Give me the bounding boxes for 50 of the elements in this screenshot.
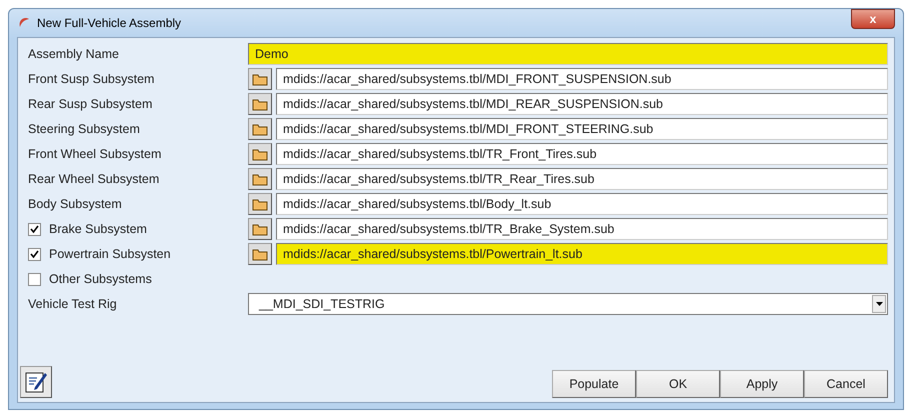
browse-button[interactable] — [248, 193, 272, 215]
field-label: Front Susp Subsystem — [27, 72, 156, 86]
browse-button[interactable] — [248, 143, 272, 165]
file-path-field[interactable]: mdids://acar_shared/subsystems.tbl/MDI_FRONT_SUSPENSION.sub — [276, 68, 888, 90]
field-label: Assembly Name — [27, 47, 120, 61]
edit-button[interactable] — [20, 366, 52, 398]
file-path-field[interactable]: mdids://acar_shared/subsystems.tbl/Body_lt.sub — [276, 193, 888, 215]
folder-icon — [252, 122, 268, 136]
checkbox-label: Other Subsystems — [49, 272, 152, 286]
browse-button[interactable] — [248, 168, 272, 190]
field-label: Vehicle Test Rig — [27, 297, 118, 311]
checkbox-label: Powertrain Subsysten — [49, 247, 171, 261]
browse-button[interactable] — [248, 68, 272, 90]
dialog-button[interactable]: Apply — [720, 370, 804, 398]
browse-button[interactable] — [248, 218, 272, 240]
checkbox-label: Brake Subsystem — [49, 222, 147, 236]
field-label: Body Subsystem — [27, 197, 123, 211]
checkbox[interactable] — [28, 272, 41, 286]
dialog-button[interactable]: Cancel — [804, 370, 888, 398]
file-path-field[interactable]: mdids://acar_shared/subsystems.tbl/TR_Front_Tires.sub — [276, 143, 888, 165]
field-label: Rear Susp Subsystem — [27, 97, 154, 111]
file-path-field[interactable]: mdids://acar_shared/subsystems.tbl/MDI_FRONT_STEERING.sub — [276, 118, 888, 140]
checkbox[interactable] — [28, 248, 41, 260]
dialog-button[interactable]: OK — [636, 370, 720, 398]
file-path-field[interactable]: mdids://acar_shared/subsystems.tbl/TR_Rear_Tires.sub — [276, 168, 888, 190]
checkbox[interactable] — [28, 222, 41, 236]
folder-icon — [252, 198, 268, 210]
folder-icon — [252, 72, 268, 86]
folder-icon — [252, 98, 268, 110]
folder-icon — [252, 148, 268, 160]
browse-button[interactable] — [248, 93, 272, 115]
dialog-button[interactable]: Populate — [552, 370, 636, 398]
test-rig-dropdown[interactable]: __MDI_SDI_TESTRIG — [248, 293, 888, 315]
dropdown-arrow-button[interactable] — [872, 295, 886, 313]
name-field[interactable]: Demo — [248, 43, 888, 65]
folder-icon — [252, 222, 268, 236]
file-path-field[interactable]: mdids://acar_shared/subsystems.tbl/MDI_REAR_SUSPENSION.sub — [276, 93, 888, 115]
file-path-field[interactable]: mdids://acar_shared/subsystems.tbl/Powertrain_lt.sub — [276, 243, 888, 265]
field-label: Rear Wheel Subsystem — [27, 172, 160, 186]
window-title: New Full-Vehicle Assembly — [37, 16, 182, 30]
caret-icon — [876, 302, 882, 306]
field-label: Front Wheel Subsystem — [27, 147, 162, 161]
folder-icon — [252, 172, 268, 186]
folder-icon — [252, 248, 268, 260]
file-path-field[interactable]: mdids://acar_shared/subsystems.tbl/TR_Brake_System.sub — [276, 218, 888, 240]
field-label: Steering Subsystem — [27, 122, 141, 136]
app-logo-icon — [17, 17, 31, 29]
browse-button[interactable] — [248, 243, 272, 265]
browse-button[interactable] — [248, 118, 272, 140]
notepad-pen-icon — [24, 370, 48, 394]
